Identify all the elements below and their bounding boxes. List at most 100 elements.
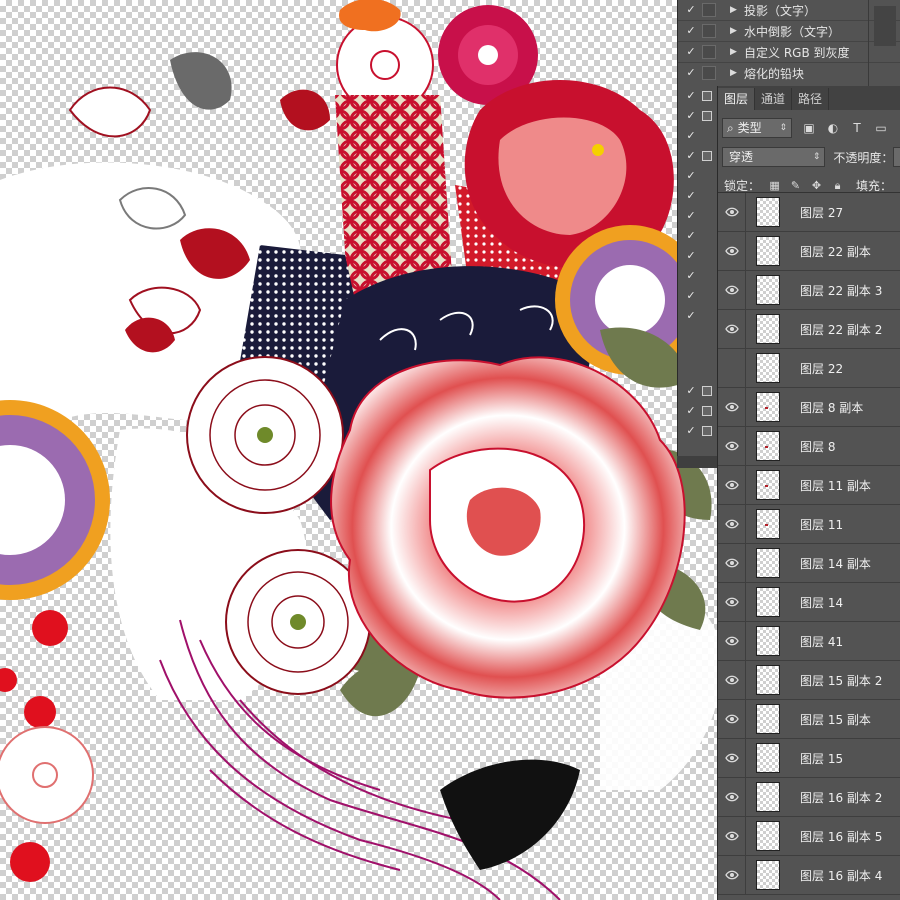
lock-brush-icon[interactable]: ✎ bbox=[789, 179, 802, 192]
visibility-eye-icon[interactable] bbox=[718, 738, 746, 778]
check-row[interactable]: ✓ bbox=[678, 106, 718, 126]
action-item[interactable]: ✓ ▶ 投影（文字） bbox=[678, 0, 900, 20]
tab-paths[interactable]: 路径 bbox=[792, 88, 830, 110]
adjustment-filter-icon[interactable]: ◐ bbox=[826, 121, 840, 135]
checkmark-icon[interactable]: ✓ bbox=[684, 129, 698, 143]
layer-row[interactable]: 图层 22 副本 bbox=[718, 231, 900, 271]
layer-row[interactable]: 图层 8 副本 bbox=[718, 387, 900, 427]
check-row[interactable]: ✓ bbox=[678, 186, 718, 206]
layer-row[interactable]: 图层 11 bbox=[718, 504, 900, 544]
visibility-eye-icon[interactable] bbox=[718, 387, 746, 427]
check-row[interactable]: ✓ bbox=[678, 206, 718, 226]
layer-row[interactable]: 图层 22 bbox=[718, 348, 900, 388]
expand-triangle-icon[interactable]: ▶ bbox=[730, 5, 744, 15]
checkmark-icon[interactable]: ✓ bbox=[684, 209, 698, 223]
dialog-toggle-icon[interactable] bbox=[702, 24, 716, 38]
checkmark-icon[interactable]: ✓ bbox=[684, 384, 698, 398]
checkmark-icon[interactable]: ✓ bbox=[684, 249, 698, 263]
layer-row[interactable]: 图层 16 副本 2 bbox=[718, 777, 900, 817]
layer-row[interactable]: 图层 15 bbox=[718, 738, 900, 778]
check-row[interactable]: ✓ bbox=[678, 166, 718, 186]
checkmark-icon[interactable]: ✓ bbox=[684, 45, 698, 59]
action-item[interactable]: ✓ ▶ 自定义 RGB 到灰度 bbox=[678, 42, 900, 62]
checkmark-icon[interactable]: ✓ bbox=[684, 24, 698, 38]
layer-row[interactable]: 图层 22 副本 3 bbox=[718, 270, 900, 310]
visibility-eye-icon[interactable] bbox=[718, 855, 746, 895]
check-row[interactable]: ✓ bbox=[678, 381, 718, 401]
check-row[interactable]: ✓ bbox=[678, 246, 718, 266]
lock-transparency-icon[interactable]: ▦ bbox=[768, 179, 781, 192]
layer-row[interactable]: 图层 14 bbox=[718, 582, 900, 622]
lock-move-icon[interactable]: ✥ bbox=[810, 179, 823, 192]
checkmark-icon[interactable]: ✓ bbox=[684, 149, 698, 163]
checkmark-icon[interactable]: ✓ bbox=[684, 289, 698, 303]
filter-kind-select[interactable]: ⌕ 类型 ⇕ bbox=[722, 118, 792, 138]
checkmark-icon[interactable]: ✓ bbox=[684, 269, 698, 283]
check-row[interactable]: ✓ bbox=[678, 401, 718, 421]
check-row[interactable]: ✓ bbox=[678, 421, 718, 441]
check-row[interactable]: ✓ bbox=[678, 286, 718, 306]
blend-mode-select[interactable]: 穿透 ⇕ bbox=[722, 147, 826, 167]
layer-row[interactable]: 图层 22 副本 2 bbox=[718, 309, 900, 349]
purple-chrysanthemum-left bbox=[0, 400, 110, 600]
visibility-eye-icon[interactable] bbox=[718, 231, 746, 271]
dialog-toggle-icon[interactable] bbox=[702, 66, 716, 80]
action-item[interactable]: ✓ ▶ 熔化的铅块 bbox=[678, 63, 900, 83]
checkmark-icon[interactable]: ✓ bbox=[684, 189, 698, 203]
layer-row[interactable]: 图层 41 bbox=[718, 621, 900, 661]
actions-scrollbar[interactable] bbox=[874, 6, 896, 46]
checkmark-icon[interactable]: ✓ bbox=[684, 309, 698, 323]
checkmark-icon[interactable]: ✓ bbox=[684, 424, 698, 438]
visibility-eye-icon[interactable] bbox=[718, 699, 746, 739]
checkmark-icon[interactable]: ✓ bbox=[684, 3, 698, 17]
central-peony bbox=[330, 356, 686, 699]
tab-layers[interactable]: 图层 bbox=[718, 88, 756, 110]
check-row[interactable]: ✓ bbox=[678, 306, 718, 326]
visibility-eye-icon[interactable] bbox=[718, 193, 746, 232]
action-item[interactable]: ✓ ▶ 水中倒影（文字） bbox=[678, 21, 900, 41]
tab-channels[interactable]: 通道 bbox=[755, 88, 793, 110]
lock-all-icon[interactable]: 🔒︎ bbox=[831, 179, 844, 192]
layer-row[interactable]: 图层 15 副本 2 bbox=[718, 660, 900, 700]
visibility-eye-icon[interactable] bbox=[718, 309, 746, 349]
visibility-eye-icon[interactable] bbox=[718, 777, 746, 817]
layer-row[interactable]: 图层 11 副本 bbox=[718, 465, 900, 505]
visibility-eye-icon[interactable] bbox=[718, 543, 746, 583]
shape-filter-icon[interactable]: ▭ bbox=[874, 121, 888, 135]
checkmark-icon[interactable]: ✓ bbox=[684, 169, 698, 183]
check-row[interactable]: ✓ bbox=[678, 86, 718, 106]
checkmark-icon[interactable]: ✓ bbox=[684, 229, 698, 243]
check-row[interactable]: ✓ bbox=[678, 266, 718, 286]
visibility-eye-icon[interactable] bbox=[718, 660, 746, 700]
visibility-eye-icon[interactable] bbox=[718, 348, 746, 388]
check-row[interactable]: ✓ bbox=[678, 146, 718, 166]
checkmark-icon[interactable]: ✓ bbox=[684, 109, 698, 123]
layer-row[interactable]: 图层 15 副本 bbox=[718, 699, 900, 739]
blend-mode-value: 穿透 bbox=[729, 150, 754, 164]
visibility-eye-icon[interactable] bbox=[718, 465, 746, 505]
dialog-toggle-icon[interactable] bbox=[702, 45, 716, 59]
visibility-eye-icon[interactable] bbox=[718, 621, 746, 661]
image-filter-icon[interactable]: ▣ bbox=[802, 121, 816, 135]
visibility-eye-icon[interactable] bbox=[718, 426, 746, 466]
type-filter-icon[interactable]: T bbox=[850, 121, 864, 135]
visibility-eye-icon[interactable] bbox=[718, 582, 746, 622]
dialog-toggle-icon[interactable] bbox=[702, 3, 716, 17]
visibility-eye-icon[interactable] bbox=[718, 270, 746, 310]
visibility-eye-icon[interactable] bbox=[718, 504, 746, 544]
layer-row[interactable]: 图层 8 bbox=[718, 426, 900, 466]
opacity-input[interactable] bbox=[893, 147, 900, 167]
visibility-eye-icon[interactable] bbox=[718, 816, 746, 856]
checkmark-icon[interactable]: ✓ bbox=[684, 66, 698, 80]
expand-triangle-icon[interactable]: ▶ bbox=[730, 68, 744, 78]
check-row[interactable]: ✓ bbox=[678, 226, 718, 246]
expand-triangle-icon[interactable]: ▶ bbox=[730, 26, 744, 36]
layer-row[interactable]: 图层 16 副本 4 bbox=[718, 855, 900, 895]
expand-triangle-icon[interactable]: ▶ bbox=[730, 47, 744, 57]
checkmark-icon[interactable]: ✓ bbox=[684, 404, 698, 418]
check-row[interactable]: ✓ bbox=[678, 126, 718, 146]
layer-row[interactable]: 图层 27 bbox=[718, 193, 900, 232]
layer-row[interactable]: 图层 16 副本 5 bbox=[718, 816, 900, 856]
layer-row[interactable]: 图层 14 副本 bbox=[718, 543, 900, 583]
checkmark-icon[interactable]: ✓ bbox=[684, 89, 698, 103]
